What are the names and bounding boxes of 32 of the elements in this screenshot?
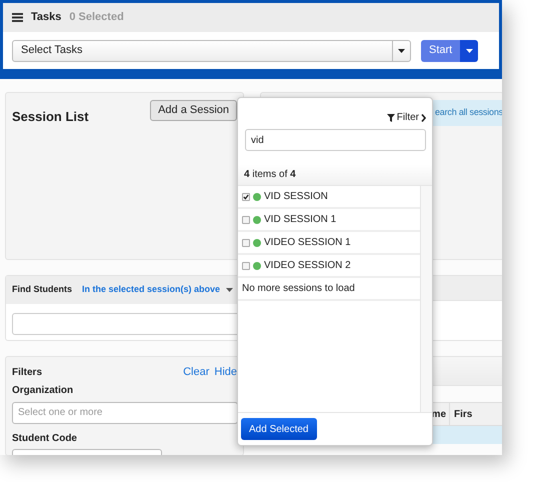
hide-link[interactable]: Hide	[214, 364, 237, 380]
add-session-button[interactable]: Add a Session	[150, 100, 237, 121]
add-selected-button[interactable]: Add Selected	[241, 418, 316, 440]
session-item[interactable]: VID SESSION	[238, 186, 420, 209]
chevron-right-icon	[421, 114, 426, 122]
column-header: Firs	[453, 408, 474, 422]
filter-icon	[386, 114, 395, 122]
checkbox[interactable]	[242, 262, 250, 270]
selected-count: 0 Selected	[69, 10, 124, 26]
panel-title: Session List	[12, 108, 89, 126]
panel-title: Tasks	[31, 10, 62, 26]
session-item[interactable]: VIDEO SESSION 2	[238, 255, 420, 278]
caret-icon[interactable]	[460, 40, 478, 62]
task-select[interactable]: Select Tasks	[12, 40, 411, 62]
session-item[interactable]: VIDEO SESSION 1	[238, 232, 420, 255]
filter-button[interactable]: Filter	[386, 110, 426, 125]
checkbox[interactable]	[242, 238, 250, 246]
checkbox[interactable]	[242, 192, 250, 200]
list-icon	[12, 13, 23, 22]
field-label: Organization	[12, 384, 74, 398]
scope-dropdown[interactable]: In the selected session(s) above	[82, 283, 234, 297]
item-count: 4 items of 4	[244, 168, 296, 182]
session-item[interactable]: VID SESSION 1	[238, 209, 420, 232]
clear-link[interactable]: Clear	[183, 364, 210, 380]
panel-title: Find Students	[12, 283, 72, 296]
start-button[interactable]: Start	[421, 40, 460, 62]
section-title: Filters	[12, 366, 42, 380]
session-search-field[interactable]: vid	[245, 129, 426, 151]
caret-icon	[226, 288, 234, 292]
checkbox[interactable]	[242, 216, 250, 224]
organization-field[interactable]: Select one or more	[12, 402, 238, 424]
field-label: Student Code	[12, 432, 77, 446]
